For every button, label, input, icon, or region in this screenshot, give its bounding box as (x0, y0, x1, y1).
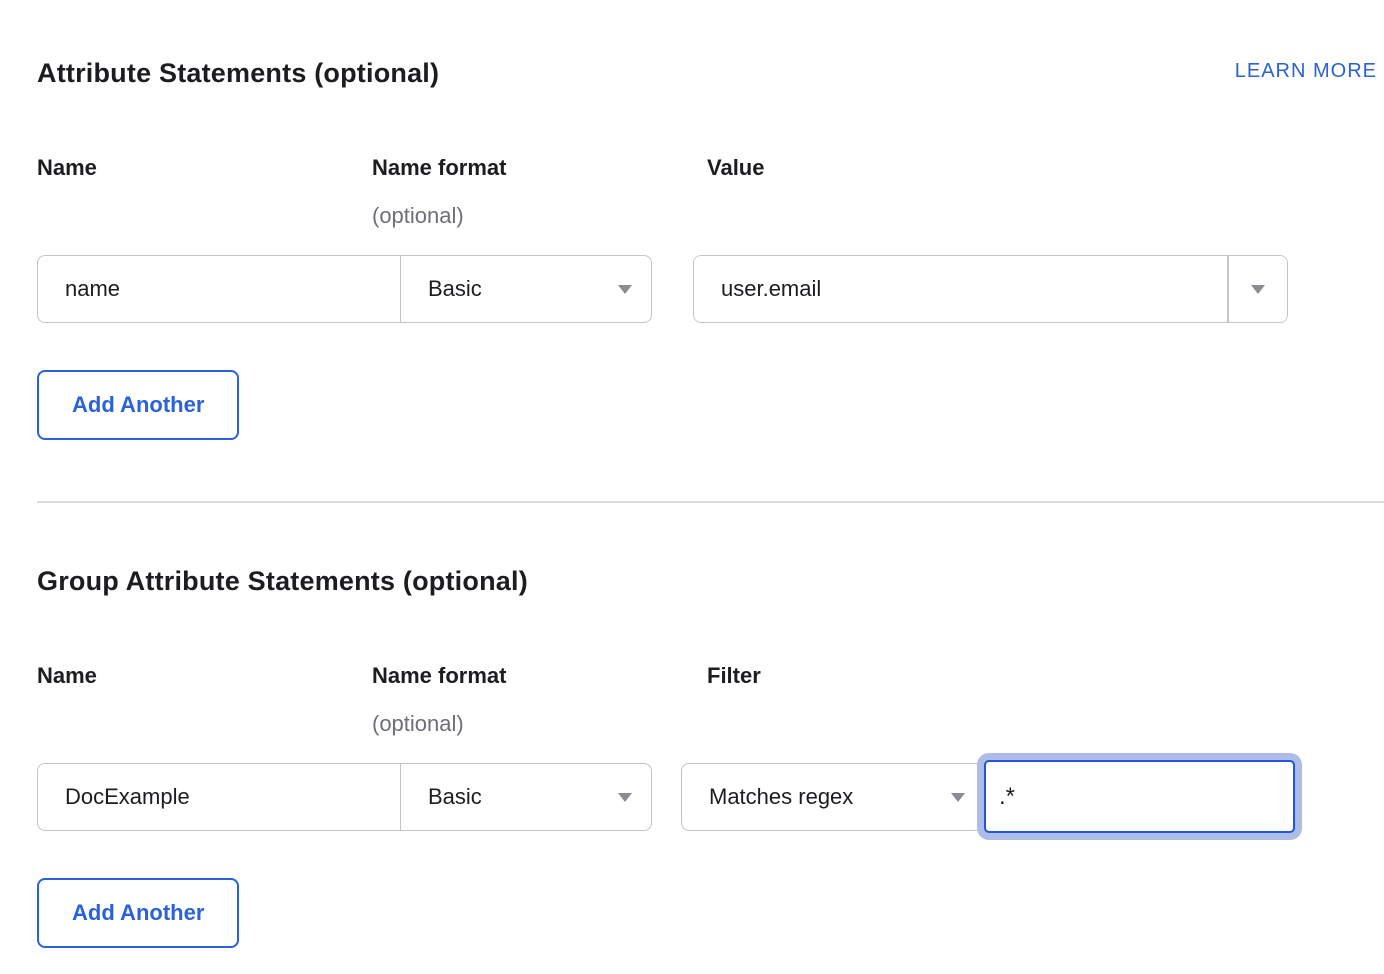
caret-down-icon (951, 793, 965, 802)
caret-down-icon (1251, 285, 1265, 294)
group-attribute-statement-row: Basic (37, 763, 652, 831)
column-header-name: Name (37, 155, 97, 181)
section-divider (37, 501, 1384, 503)
attr-name-format-dropdown[interactable]: Basic (400, 255, 652, 323)
group-filter-type-dropdown[interactable]: Matches regex (681, 763, 985, 831)
caret-down-icon (618, 793, 632, 802)
add-another-button[interactable]: Add Another (37, 878, 239, 948)
caret-down-icon (618, 285, 632, 294)
attr-name-input[interactable] (37, 255, 400, 323)
group-filter-type-value: Matches regex (709, 784, 853, 810)
column-header-name: Name (37, 663, 97, 689)
attr-name-format-value: Basic (428, 276, 482, 302)
attr-value-input[interactable] (694, 256, 1227, 322)
column-header-name-format: Name format (372, 155, 506, 181)
column-header-filter: Filter (707, 663, 761, 689)
learn-more-link[interactable]: LEARN MORE (1235, 60, 1377, 83)
column-header-value: Value (707, 155, 764, 181)
group-name-input[interactable] (37, 763, 400, 831)
attr-value-dropdown-toggle[interactable] (1229, 256, 1287, 322)
column-header-name-format: Name format (372, 663, 506, 689)
attribute-statement-row: Basic (37, 255, 652, 323)
section-title-attribute-statements: Attribute Statements (optional) (37, 58, 439, 89)
group-name-format-value: Basic (428, 784, 482, 810)
group-filter-value-input[interactable] (984, 760, 1295, 833)
section-title-group-attribute-statements: Group Attribute Statements (optional) (37, 566, 528, 597)
attr-value-field (693, 255, 1288, 323)
group-name-format-dropdown[interactable]: Basic (400, 763, 652, 831)
column-header-optional-note: (optional) (372, 203, 464, 229)
column-header-optional-note: (optional) (372, 711, 464, 737)
add-another-button[interactable]: Add Another (37, 370, 239, 440)
